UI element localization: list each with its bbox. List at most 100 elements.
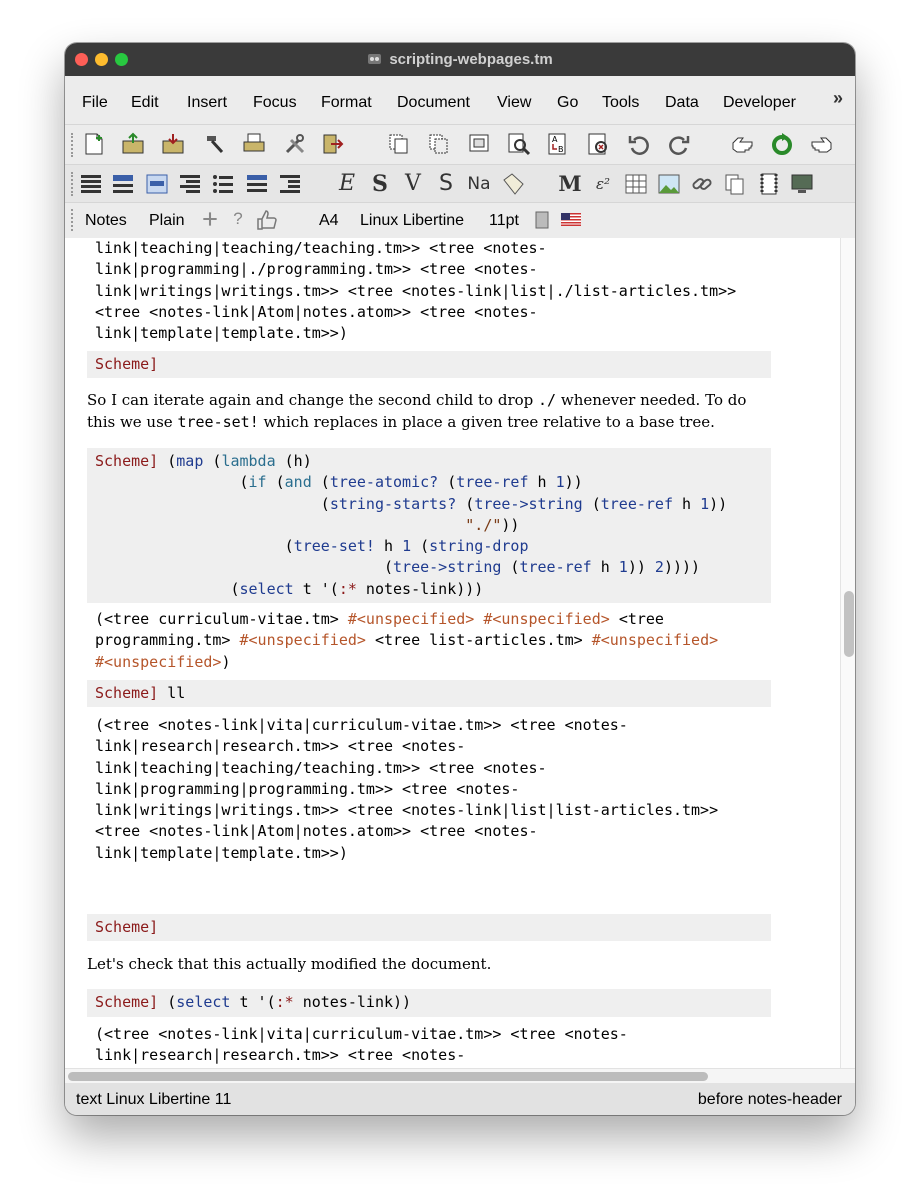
- session-input[interactable]: Scheme] (map (lambda (h) (if (and (tree-…: [87, 448, 771, 603]
- menu-document[interactable]: Document: [397, 94, 470, 112]
- insert-link-icon[interactable]: [690, 172, 714, 196]
- sample-icon[interactable]: S: [434, 172, 458, 196]
- save-document-icon[interactable]: [161, 132, 185, 156]
- tag-label-icon[interactable]: [501, 172, 525, 196]
- add-package-icon[interactable]: [200, 209, 220, 229]
- search-icon[interactable]: [507, 132, 531, 156]
- bullet-list-icon[interactable]: [211, 172, 235, 196]
- menu-data[interactable]: Data: [665, 94, 699, 112]
- forward-hand-icon[interactable]: [810, 132, 834, 156]
- app-window: scripting-webpages.tm File Edit Insert F…: [65, 43, 855, 1115]
- output-text: <tree list-articles.tm>: [365, 631, 592, 650]
- code-function: tree-atomic?: [329, 473, 439, 492]
- align-justify-icon[interactable]: [79, 172, 103, 196]
- menu-overflow-chevron-icon[interactable]: »: [833, 88, 843, 109]
- paragraph-style-selector[interactable]: Plain: [149, 212, 185, 230]
- framed-block-icon[interactable]: [145, 172, 169, 196]
- description-list-icon[interactable]: [278, 172, 302, 196]
- vertical-scroll-thumb[interactable]: [844, 591, 854, 657]
- back-hand-icon[interactable]: [730, 132, 754, 156]
- code-function: tree->string: [393, 558, 502, 577]
- output-text: programming.tm>: [95, 631, 240, 650]
- vertical-scrollbar[interactable]: [840, 238, 855, 1068]
- us-flag-language-icon[interactable]: [561, 213, 581, 226]
- menu-developer[interactable]: Developer: [723, 94, 796, 112]
- page-layout-icon[interactable]: [535, 211, 549, 229]
- scheme-prompt: Scheme]: [95, 684, 159, 702]
- code-function: string-drop: [429, 537, 529, 556]
- replace-icon[interactable]: AB: [547, 132, 571, 156]
- status-bar: text Linux Libertine 11 before notes-hea…: [65, 1083, 855, 1115]
- redo-icon[interactable]: [667, 132, 691, 156]
- menu-tools[interactable]: Tools: [602, 94, 639, 112]
- new-document-icon[interactable]: [82, 132, 106, 156]
- texmacs-document-icon: [367, 52, 383, 66]
- export-icon[interactable]: [321, 132, 345, 156]
- align-right-icon[interactable]: [178, 172, 202, 196]
- paragraph-text: Let's check that this actually modified …: [87, 955, 492, 973]
- insert-animation-icon[interactable]: [757, 172, 781, 196]
- title-bar: scripting-webpages.tm: [65, 43, 855, 76]
- math-mode-icon[interactable]: M: [558, 172, 582, 196]
- insert-session-icon[interactable]: [790, 172, 814, 196]
- name-icon[interactable]: Na: [467, 172, 491, 196]
- undo-icon[interactable]: [627, 132, 651, 156]
- menu-view[interactable]: View: [497, 94, 531, 112]
- code-text: notes-link))): [356, 579, 484, 598]
- style-selector[interactable]: Notes: [85, 212, 127, 230]
- build-hammer-icon[interactable]: [203, 132, 227, 156]
- horizontal-scroll-thumb[interactable]: [68, 1072, 708, 1081]
- horizontal-scrollbar[interactable]: [65, 1068, 855, 1083]
- emphasize-icon[interactable]: E: [335, 172, 359, 196]
- code-number: 2: [654, 558, 664, 577]
- insert-table-icon[interactable]: [624, 172, 648, 196]
- unspecified-value: #<unspecified>: [347, 610, 475, 628]
- numbered-list-icon[interactable]: [245, 172, 269, 196]
- session-input[interactable]: Scheme]: [87, 351, 771, 378]
- open-document-icon[interactable]: [121, 132, 145, 156]
- code-string: "./": [465, 515, 502, 534]
- thumbs-up-icon[interactable]: [255, 208, 279, 232]
- toolbar-grip[interactable]: [71, 209, 77, 231]
- insert-pages-icon[interactable]: [723, 172, 747, 196]
- toolbar-grip[interactable]: [71, 172, 77, 196]
- paragraph-text: So I can iterate again and change the se…: [87, 389, 777, 433]
- print-icon[interactable]: [242, 132, 266, 156]
- document-canvas[interactable]: link|teaching|teaching/teaching.tm>> <tr…: [65, 238, 840, 1068]
- refresh-icon[interactable]: [770, 132, 794, 156]
- insert-image-icon[interactable]: [657, 172, 681, 196]
- menu-file[interactable]: File: [82, 94, 108, 112]
- status-left-text: text Linux Libertine 11: [76, 1091, 232, 1108]
- help-icon[interactable]: ?: [228, 209, 248, 229]
- spell-check-icon[interactable]: [587, 132, 611, 156]
- font-size-selector[interactable]: 11pt: [489, 212, 519, 230]
- toolbar-grip[interactable]: [71, 133, 77, 157]
- formula-icon[interactable]: ε²: [591, 172, 615, 196]
- copy-icon[interactable]: [387, 132, 411, 156]
- session-input[interactable]: Scheme] (select t '(:* notes-link)): [87, 989, 771, 1017]
- code-text: t '(: [230, 993, 276, 1011]
- code-keyword: map: [176, 452, 204, 470]
- section-title-icon[interactable]: [111, 172, 135, 196]
- menu-insert[interactable]: Insert: [187, 94, 227, 112]
- menu-format[interactable]: Format: [321, 94, 372, 112]
- paper-size-selector[interactable]: A4: [319, 212, 339, 230]
- code-text: h: [591, 558, 619, 577]
- code-text: t '(: [293, 579, 339, 598]
- code-function: tree-set!: [293, 537, 375, 556]
- paste-icon[interactable]: [467, 132, 491, 156]
- menu-edit[interactable]: Edit: [131, 94, 159, 112]
- cut-icon[interactable]: [427, 132, 451, 156]
- variable-icon[interactable]: V: [401, 172, 425, 196]
- menu-go[interactable]: Go: [557, 94, 578, 112]
- code-number: 1: [402, 537, 412, 556]
- session-input[interactable]: Scheme] ll: [87, 680, 771, 707]
- preferences-tools-icon[interactable]: [283, 132, 307, 156]
- paragraph-text-part: which replaces in place a given tree rel…: [258, 413, 715, 431]
- unspecified-value: #<unspecified>: [95, 652, 222, 671]
- menu-focus[interactable]: Focus: [253, 94, 297, 112]
- code-keyword: and: [284, 473, 312, 492]
- font-selector[interactable]: Linux Libertine: [360, 212, 464, 230]
- session-input[interactable]: Scheme]: [87, 914, 771, 941]
- strong-icon[interactable]: S: [368, 172, 392, 196]
